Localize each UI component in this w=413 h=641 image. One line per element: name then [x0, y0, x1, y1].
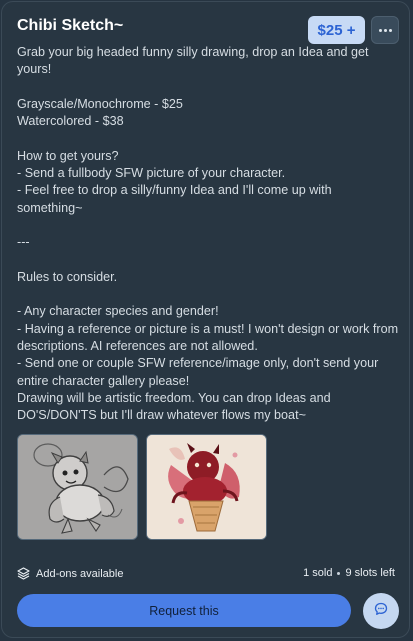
price-button[interactable]: $25 + [308, 16, 365, 44]
sales-stats: 1 sold 9 slots left [303, 567, 395, 579]
commission-card: Chibi Sketch~ $25 + Grab your big headed… [1, 1, 410, 638]
watercolor-dragon-image [147, 435, 266, 539]
grayscale-sketch-image [18, 435, 137, 539]
listing-description: Grab your big headed funny silly drawing… [17, 45, 399, 423]
addons-label: Add-ons available [36, 567, 124, 580]
more-options-icon [378, 28, 392, 32]
layers-icon [17, 567, 30, 580]
listing-title: Chibi Sketch~ [17, 17, 124, 34]
chat-bubble-icon [374, 602, 388, 621]
sold-count: 1 sold [303, 567, 333, 579]
separator-dot [337, 571, 341, 575]
example-image-watercolored[interactable] [146, 434, 267, 540]
addons-info: Add-ons available [17, 567, 123, 580]
example-image-grayscale[interactable] [17, 434, 138, 540]
chat-button[interactable] [363, 593, 399, 629]
slots-left: 9 slots left [345, 567, 395, 579]
more-options-button[interactable] [371, 16, 399, 44]
request-button[interactable]: Request this [17, 594, 351, 627]
